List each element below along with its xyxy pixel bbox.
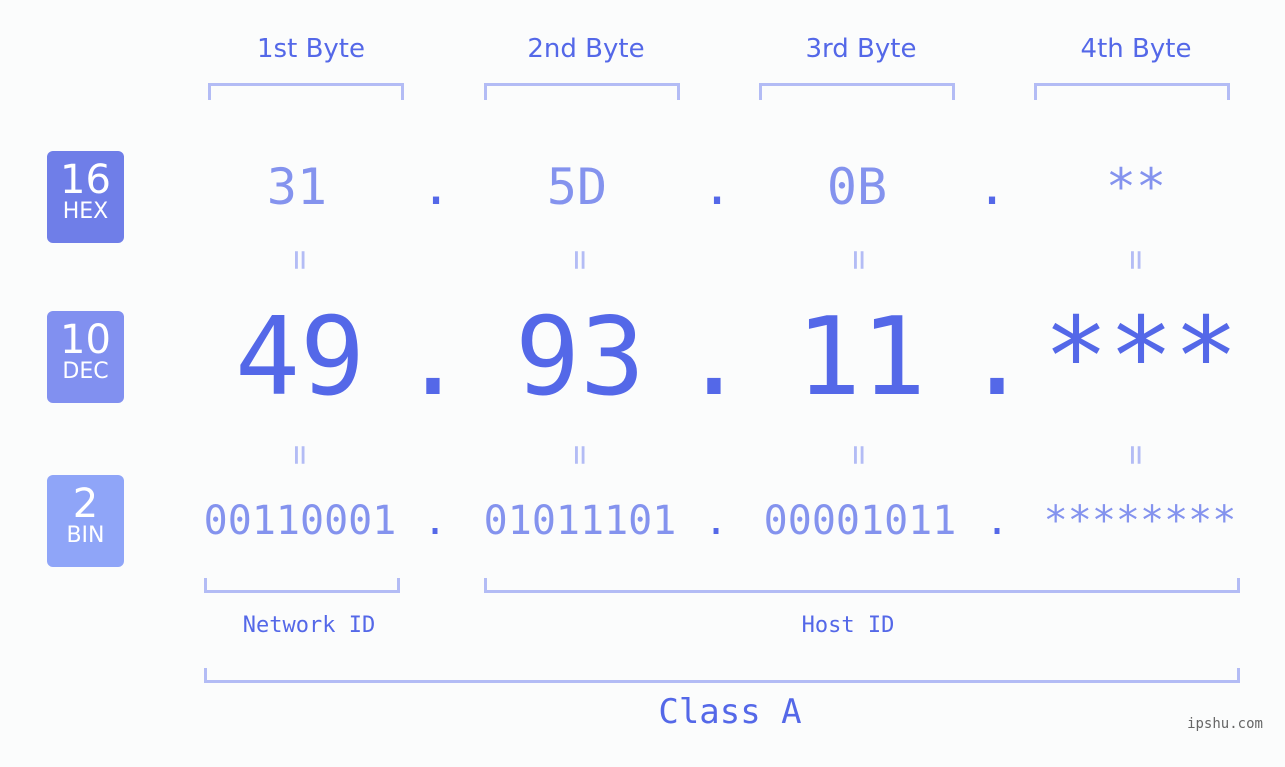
dec-dot-2: .: [681, 295, 747, 420]
hex-label: HEX: [62, 199, 109, 224]
hex-dot-1: .: [420, 158, 452, 216]
dec-dot-1: .: [400, 295, 466, 420]
network-id-label: Network ID: [242, 613, 376, 638]
byte-bracket-1: [208, 83, 404, 100]
dec-dot-3: .: [964, 295, 1030, 420]
watermark: ipshu.com: [1187, 716, 1263, 732]
equals-sign: =: [839, 444, 879, 466]
network-id-bracket: [204, 578, 400, 593]
class-bracket: [204, 668, 1240, 683]
equals-sign: =: [1116, 444, 1156, 466]
equals-sign: =: [280, 249, 320, 271]
bin-dot-3: .: [984, 498, 1010, 544]
host-id-bracket: [484, 578, 1240, 593]
class-label: Class A: [658, 692, 802, 732]
equals-sign: =: [1116, 249, 1156, 271]
byte-header-1: 1st Byte: [257, 34, 365, 64]
dec-badge: 10 DEC: [47, 311, 124, 403]
byte-header-3: 3rd Byte: [805, 34, 917, 64]
hex-badge: 16 HEX: [47, 151, 124, 243]
bin-dot-2: .: [703, 498, 729, 544]
dec-base: 10: [60, 317, 111, 363]
bin-base: 2: [72, 481, 99, 527]
equals-sign: =: [560, 444, 600, 466]
equals-sign: =: [560, 249, 600, 271]
byte-bracket-3: [759, 83, 955, 100]
equals-sign: =: [839, 249, 879, 271]
equals-sign: =: [280, 444, 320, 466]
byte-bracket-2: [484, 83, 680, 100]
bin-badge: 2 BIN: [47, 475, 124, 567]
hex-base: 16: [60, 157, 111, 203]
byte-header-2: 2nd Byte: [527, 34, 645, 64]
bin-dot-1: .: [422, 498, 448, 544]
hex-dot-3: .: [976, 158, 1008, 216]
bin-label: BIN: [66, 523, 105, 548]
byte-bracket-4: [1034, 83, 1230, 100]
host-id-label: Host ID: [801, 613, 895, 638]
byte-header-4: 4th Byte: [1080, 34, 1192, 64]
hex-dot-2: .: [701, 158, 733, 216]
dec-label: DEC: [62, 359, 109, 384]
